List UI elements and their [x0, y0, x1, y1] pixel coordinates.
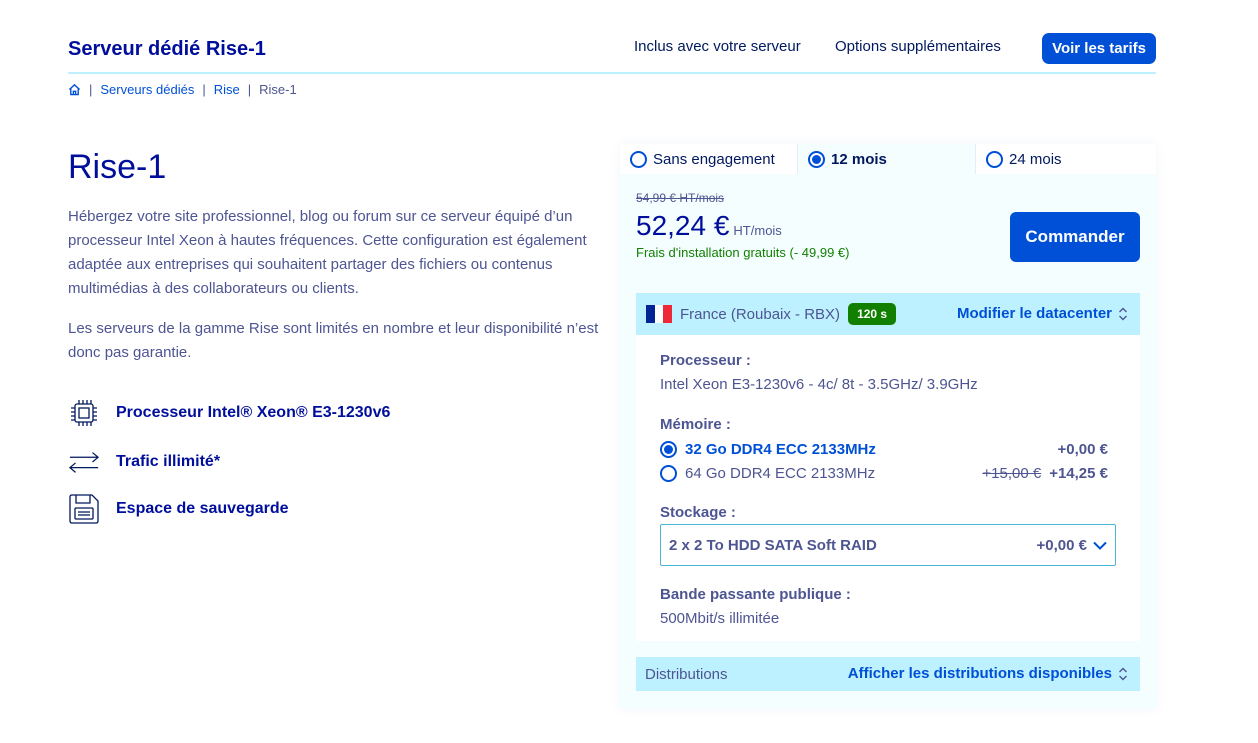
memory-option-32gb[interactable]: 32 Go DDR4 ECC 2133MHz +0,00 € [660, 438, 1108, 460]
processor-value: Intel Xeon E3-1230v6 - 4c/ 8t - 3.5GHz/ … [660, 376, 978, 393]
tab-label: 12 mois [831, 150, 887, 168]
price-value: 52,24 € [636, 210, 730, 241]
tab-12-months[interactable]: 12 mois [798, 144, 976, 174]
page-header-title: Serveur dédié Rise-1 [68, 38, 266, 60]
memory-option-label: 64 Go DDR4 ECC 2133MHz [685, 464, 876, 482]
feature-traffic: Trafic illimité* [68, 446, 220, 478]
setup-fee-note: Frais d'installation gratuits (- 49,99 €… [636, 245, 850, 260]
datacenter-bar: France (Roubaix - RBX) 120 s Modifier le… [636, 293, 1140, 335]
nav-link-options[interactable]: Options supplémentaires [835, 38, 1001, 55]
chevron-updown-icon [1119, 307, 1127, 320]
memory-label: Mémoire : [660, 416, 731, 433]
storage-label: Stockage : [660, 504, 736, 521]
top-navigation: Serveur dédié Rise-1 Inclus avec votre s… [68, 30, 1156, 74]
memory-option-64gb[interactable]: 64 Go DDR4 ECC 2133MHz +15,00 € +14,25 € [660, 462, 1108, 484]
distributions-bar: Distributions Afficher les distributions… [636, 657, 1140, 691]
tab-label: Sans engagement [653, 150, 775, 168]
radio-button[interactable] [660, 464, 677, 482]
bandwidth-label: Bande passante publique : [660, 586, 851, 603]
france-flag-icon [646, 305, 673, 323]
storage-select[interactable]: 2 x 2 To HDD SATA Soft RAID +0,00 € [660, 524, 1116, 566]
chevron-down-icon [1093, 541, 1107, 550]
show-distributions-label: Afficher les distributions disponibles [847, 665, 1112, 682]
home-icon[interactable] [68, 83, 81, 96]
old-price: 54,99 € HT/mois [636, 191, 725, 205]
product-description: Hébergez votre site professionnel, blog … [68, 208, 587, 297]
availability-note: Les serveurs de la gamme Rise sont limit… [68, 320, 599, 361]
delivery-time-badge: 120 s [848, 303, 897, 325]
show-distributions-link[interactable]: Afficher les distributions disponibles [848, 665, 1128, 682]
order-button[interactable]: Commander [1010, 212, 1140, 262]
offer-card: Sans engagement 12 mois 24 mois 54,99 € … [620, 144, 1156, 709]
change-datacenter-link[interactable]: Modifier le datacenter [957, 305, 1128, 322]
distributions-label: Distributions [645, 665, 728, 683]
storage-selected-value: 2 x 2 To HDD SATA Soft RAID [669, 536, 877, 554]
breadcrumb-dedicated-servers[interactable]: Serveurs dédiés [100, 82, 194, 97]
commitment-tabs: Sans engagement 12 mois 24 mois [620, 144, 1156, 174]
memory-option-price: +0,00 € [1057, 440, 1108, 458]
feature-label: Espace de sauvegarde [116, 500, 289, 517]
radio-button[interactable] [986, 150, 1003, 168]
breadcrumb-rise[interactable]: Rise [214, 82, 240, 97]
breadcrumb-current: Rise-1 [259, 82, 297, 97]
feature-processor: Processeur Intel® Xeon® E3-1230v6 [68, 397, 390, 429]
nav-link-included[interactable]: Inclus avec votre serveur [634, 38, 801, 55]
processor-label: Processeur : [660, 352, 751, 369]
bandwidth-value: 500Mbit/s illimitée [660, 610, 780, 627]
feature-backup: Espace de sauvegarde [68, 493, 289, 525]
memory-option-old-price: +15,00 € [982, 464, 1042, 482]
tab-24-months[interactable]: 24 mois [976, 144, 1154, 174]
change-datacenter-label: Modifier le datacenter [956, 305, 1112, 322]
radio-button[interactable] [630, 150, 647, 168]
feature-label: Processeur Intel® Xeon® E3-1230v6 [116, 404, 391, 421]
breadcrumb: | Serveurs dédiés | Rise | Rise-1 [68, 82, 297, 97]
storage-price: +0,00 € [1036, 536, 1087, 554]
breadcrumb-separator: | [202, 82, 206, 97]
price-unit: HT/mois [733, 223, 782, 238]
cpu-icon [68, 397, 100, 429]
breadcrumb-separator: | [247, 82, 252, 97]
memory-option-price: +14,25 € [1049, 464, 1108, 482]
arrows-icon [68, 446, 100, 478]
radio-button-checked[interactable] [660, 440, 677, 458]
current-price: 52,24 € HT/mois [636, 210, 782, 242]
backup-icon [68, 493, 100, 525]
product-title: Rise-1 [68, 148, 167, 186]
breadcrumb-separator: | [89, 82, 93, 97]
feature-label: Trafic illimité* [116, 453, 221, 470]
radio-button-checked[interactable] [808, 150, 825, 168]
datacenter-name: France (Roubaix - RBX) [680, 305, 841, 323]
chevron-updown-icon [1119, 667, 1127, 680]
tab-no-commitment[interactable]: Sans engagement [620, 144, 798, 174]
memory-option-label: 32 Go DDR4 ECC 2133MHz [685, 440, 876, 458]
tab-label: 24 mois [1009, 150, 1062, 168]
see-prices-button[interactable]: Voir les tarifs [1042, 33, 1156, 64]
